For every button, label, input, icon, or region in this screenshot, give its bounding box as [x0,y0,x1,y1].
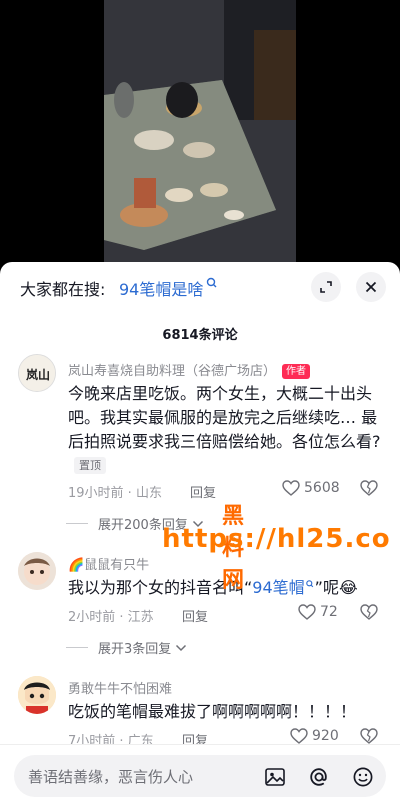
like-button[interactable]: 72 [298,604,338,620]
like-count: 5608 [304,480,340,496]
comment-item: 勇敢牛牛不怕困难 吃饭的笔帽最难拔了啊啊啊啊啊！！！！ 7小时前 · 广东 回复… [0,672,400,752]
avatar[interactable] [18,676,56,714]
comment-input[interactable]: 善语结善缘，恶言伤人心 [14,755,386,797]
reply-button[interactable]: 回复 [190,482,216,501]
heart-icon [290,728,308,744]
heart-icon [298,604,316,620]
expand-replies-button[interactable]: 展开200条回复 [66,514,204,533]
comments-count: 6814条评论 [162,328,238,343]
close-button[interactable] [356,272,386,302]
broken-heart-icon[interactable] [360,604,378,620]
comment-author[interactable]: 🌈鼠鼠有只牛 [68,554,149,573]
search-keyword-link[interactable]: 94笔帽 [252,578,304,597]
expand-icon [320,281,332,293]
expand-replies-button[interactable]: 展开3条回复 [66,638,187,657]
search-icon [206,277,217,288]
comment-input-placeholder: 善语结善缘，恶言伤人心 [28,768,194,786]
avatar[interactable] [18,552,56,590]
video-player[interactable] [0,0,400,262]
broken-heart-icon[interactable] [360,480,378,496]
like-button[interactable]: 920 [290,728,339,744]
divider [66,647,88,648]
baby-photo-icon [18,552,56,590]
chevron-down-icon [192,520,203,527]
restaurant-logo-icon: 岚山 [19,355,55,391]
comment-author[interactable]: 岚山寿喜烧自助料理（谷德广场店） 作者 [68,360,311,379]
comment-text: 今晚来店里吃饭。两个女生，大概二十出头吧。我其实最佩服的是放完之后继续吃… 最后… [68,384,381,474]
video-frame [104,0,296,262]
like-count: 72 [320,604,338,620]
search-term-link[interactable]: 94笔帽是啥 [119,276,203,300]
pinned-badge: 置顶 [74,457,106,474]
like-count: 920 [312,728,339,744]
at-icon[interactable] [308,766,330,788]
expand-button[interactable] [311,272,341,302]
search-prefix: 大家都在搜: [20,280,106,299]
comment-input-bar: 善语结善缘，恶言伤人心 [0,744,400,806]
close-icon [365,281,377,293]
comment-sheet: 大家都在搜: 94笔帽是啥 6814条评论 岚山 岚山寿喜烧自助料理（谷德广场店… [0,262,400,806]
image-icon[interactable] [264,766,286,788]
emoji-icon[interactable] [352,766,374,788]
comment-time-location: 19小时前 · 山东 [68,486,162,501]
cartoon-character-icon [18,676,56,714]
reply-button[interactable]: 回复 [182,606,208,625]
comment-item: 🌈鼠鼠有只牛 我以为那个女的抖音名叫“94笔帽 ”呢😂 2小时前 · 江苏 回复 … [0,550,400,660]
comment-time-location: 2小时前 · 江苏 [68,610,154,625]
like-button[interactable]: 5608 [282,480,340,496]
chevron-down-icon [176,644,187,651]
search-icon [305,580,313,588]
avatar[interactable]: 岚山 [18,354,56,392]
divider [66,523,88,524]
heart-icon [282,480,300,496]
comment-text: 吃饭的笔帽最难拔了啊啊啊啊啊！！！！ [68,702,357,721]
svg-text:岚山: 岚山 [26,367,50,382]
broken-heart-icon[interactable] [360,728,378,744]
comment-author[interactable]: 勇敢牛牛不怕困难 [68,678,172,697]
author-badge: 作者 [282,364,311,379]
video-scene-image [104,0,296,262]
comment-item: 岚山 岚山寿喜烧自助料理（谷德广场店） 作者 今晚来店里吃饭。两个女生，大概二十出… [0,352,400,533]
search-suggestion-bar[interactable]: 大家都在搜: 94笔帽是啥 [0,262,400,312]
comment-text: 我以为那个女的抖音名叫“94笔帽 ”呢😂 [68,578,358,597]
